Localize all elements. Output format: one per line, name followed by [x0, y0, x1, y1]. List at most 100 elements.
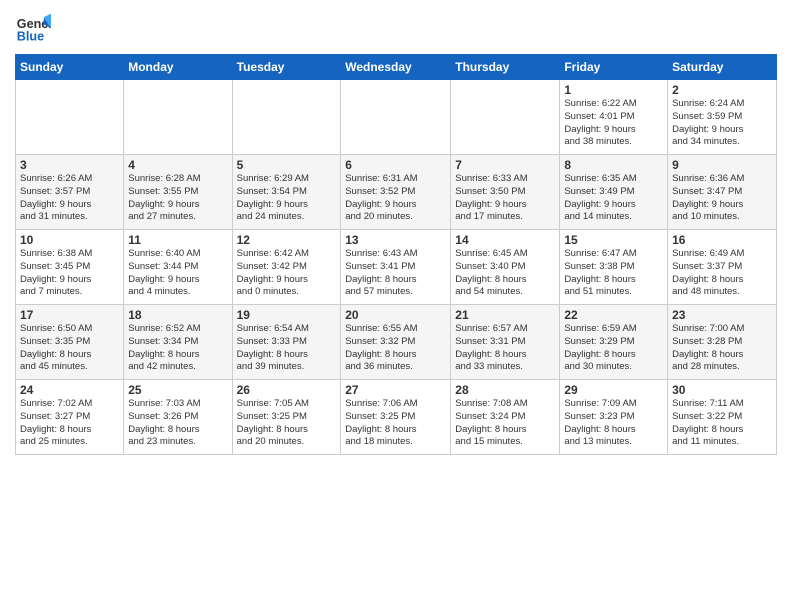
- day-info: Sunrise: 7:00 AM Sunset: 3:28 PM Dayligh…: [672, 323, 772, 374]
- calendar-cell: 20Sunrise: 6:55 AM Sunset: 3:32 PM Dayli…: [341, 305, 451, 380]
- calendar-cell: 19Sunrise: 6:54 AM Sunset: 3:33 PM Dayli…: [232, 305, 341, 380]
- svg-text:Blue: Blue: [17, 30, 44, 44]
- day-info: Sunrise: 6:42 AM Sunset: 3:42 PM Dayligh…: [237, 248, 337, 299]
- calendar-cell: [451, 80, 560, 155]
- calendar-cell: 24Sunrise: 7:02 AM Sunset: 3:27 PM Dayli…: [16, 380, 124, 455]
- header: General Blue: [15, 10, 777, 46]
- day-number: 27: [345, 383, 446, 397]
- day-number: 6: [345, 158, 446, 172]
- calendar-cell: [341, 80, 451, 155]
- day-info: Sunrise: 6:28 AM Sunset: 3:55 PM Dayligh…: [128, 173, 227, 224]
- day-info: Sunrise: 7:11 AM Sunset: 3:22 PM Dayligh…: [672, 398, 772, 449]
- calendar-cell: 25Sunrise: 7:03 AM Sunset: 3:26 PM Dayli…: [124, 380, 232, 455]
- day-number: 4: [128, 158, 227, 172]
- calendar-cell: 26Sunrise: 7:05 AM Sunset: 3:25 PM Dayli…: [232, 380, 341, 455]
- day-info: Sunrise: 6:45 AM Sunset: 3:40 PM Dayligh…: [455, 248, 555, 299]
- day-number: 20: [345, 308, 446, 322]
- day-number: 16: [672, 233, 772, 247]
- weekday-header: Sunday: [16, 55, 124, 80]
- day-number: 10: [20, 233, 119, 247]
- day-info: Sunrise: 6:50 AM Sunset: 3:35 PM Dayligh…: [20, 323, 119, 374]
- day-number: 28: [455, 383, 555, 397]
- weekday-header: Saturday: [668, 55, 777, 80]
- weekday-header: Monday: [124, 55, 232, 80]
- calendar-cell: 28Sunrise: 7:08 AM Sunset: 3:24 PM Dayli…: [451, 380, 560, 455]
- day-number: 3: [20, 158, 119, 172]
- day-number: 15: [564, 233, 663, 247]
- day-number: 12: [237, 233, 337, 247]
- day-info: Sunrise: 6:33 AM Sunset: 3:50 PM Dayligh…: [455, 173, 555, 224]
- calendar-cell: [232, 80, 341, 155]
- calendar-cell: 5Sunrise: 6:29 AM Sunset: 3:54 PM Daylig…: [232, 155, 341, 230]
- calendar-cell: [124, 80, 232, 155]
- calendar-cell: 30Sunrise: 7:11 AM Sunset: 3:22 PM Dayli…: [668, 380, 777, 455]
- day-number: 18: [128, 308, 227, 322]
- day-number: 11: [128, 233, 227, 247]
- day-info: Sunrise: 6:40 AM Sunset: 3:44 PM Dayligh…: [128, 248, 227, 299]
- day-number: 25: [128, 383, 227, 397]
- day-info: Sunrise: 7:05 AM Sunset: 3:25 PM Dayligh…: [237, 398, 337, 449]
- day-info: Sunrise: 6:59 AM Sunset: 3:29 PM Dayligh…: [564, 323, 663, 374]
- day-info: Sunrise: 7:02 AM Sunset: 3:27 PM Dayligh…: [20, 398, 119, 449]
- day-info: Sunrise: 6:52 AM Sunset: 3:34 PM Dayligh…: [128, 323, 227, 374]
- day-number: 1: [564, 83, 663, 97]
- day-info: Sunrise: 6:49 AM Sunset: 3:37 PM Dayligh…: [672, 248, 772, 299]
- calendar-cell: 13Sunrise: 6:43 AM Sunset: 3:41 PM Dayli…: [341, 230, 451, 305]
- day-info: Sunrise: 7:09 AM Sunset: 3:23 PM Dayligh…: [564, 398, 663, 449]
- calendar-cell: 23Sunrise: 7:00 AM Sunset: 3:28 PM Dayli…: [668, 305, 777, 380]
- day-info: Sunrise: 6:35 AM Sunset: 3:49 PM Dayligh…: [564, 173, 663, 224]
- calendar-cell: 27Sunrise: 7:06 AM Sunset: 3:25 PM Dayli…: [341, 380, 451, 455]
- day-number: 14: [455, 233, 555, 247]
- day-info: Sunrise: 6:54 AM Sunset: 3:33 PM Dayligh…: [237, 323, 337, 374]
- day-info: Sunrise: 6:38 AM Sunset: 3:45 PM Dayligh…: [20, 248, 119, 299]
- calendar-cell: 22Sunrise: 6:59 AM Sunset: 3:29 PM Dayli…: [560, 305, 668, 380]
- calendar-cell: 1Sunrise: 6:22 AM Sunset: 4:01 PM Daylig…: [560, 80, 668, 155]
- weekday-header: Wednesday: [341, 55, 451, 80]
- day-number: 2: [672, 83, 772, 97]
- calendar-cell: 14Sunrise: 6:45 AM Sunset: 3:40 PM Dayli…: [451, 230, 560, 305]
- calendar-cell: 18Sunrise: 6:52 AM Sunset: 3:34 PM Dayli…: [124, 305, 232, 380]
- calendar-cell: 10Sunrise: 6:38 AM Sunset: 3:45 PM Dayli…: [16, 230, 124, 305]
- weekday-header: Tuesday: [232, 55, 341, 80]
- day-info: Sunrise: 7:06 AM Sunset: 3:25 PM Dayligh…: [345, 398, 446, 449]
- day-number: 19: [237, 308, 337, 322]
- calendar-cell: 7Sunrise: 6:33 AM Sunset: 3:50 PM Daylig…: [451, 155, 560, 230]
- day-info: Sunrise: 6:22 AM Sunset: 4:01 PM Dayligh…: [564, 98, 663, 149]
- calendar-cell: 8Sunrise: 6:35 AM Sunset: 3:49 PM Daylig…: [560, 155, 668, 230]
- day-number: 23: [672, 308, 772, 322]
- day-number: 24: [20, 383, 119, 397]
- calendar-cell: [16, 80, 124, 155]
- calendar-cell: 2Sunrise: 6:24 AM Sunset: 3:59 PM Daylig…: [668, 80, 777, 155]
- calendar-cell: 16Sunrise: 6:49 AM Sunset: 3:37 PM Dayli…: [668, 230, 777, 305]
- page-container: General Blue SundayMondayTuesdayWednesda…: [0, 0, 792, 465]
- day-number: 29: [564, 383, 663, 397]
- day-info: Sunrise: 6:24 AM Sunset: 3:59 PM Dayligh…: [672, 98, 772, 149]
- day-number: 17: [20, 308, 119, 322]
- calendar-cell: 6Sunrise: 6:31 AM Sunset: 3:52 PM Daylig…: [341, 155, 451, 230]
- day-number: 22: [564, 308, 663, 322]
- weekday-header: Thursday: [451, 55, 560, 80]
- day-number: 26: [237, 383, 337, 397]
- calendar-cell: 17Sunrise: 6:50 AM Sunset: 3:35 PM Dayli…: [16, 305, 124, 380]
- day-info: Sunrise: 6:57 AM Sunset: 3:31 PM Dayligh…: [455, 323, 555, 374]
- day-number: 30: [672, 383, 772, 397]
- day-info: Sunrise: 6:36 AM Sunset: 3:47 PM Dayligh…: [672, 173, 772, 224]
- logo-icon: General Blue: [15, 10, 51, 46]
- day-number: 7: [455, 158, 555, 172]
- weekday-header: Friday: [560, 55, 668, 80]
- calendar-cell: 15Sunrise: 6:47 AM Sunset: 3:38 PM Dayli…: [560, 230, 668, 305]
- calendar-cell: 21Sunrise: 6:57 AM Sunset: 3:31 PM Dayli…: [451, 305, 560, 380]
- calendar-cell: 29Sunrise: 7:09 AM Sunset: 3:23 PM Dayli…: [560, 380, 668, 455]
- day-number: 13: [345, 233, 446, 247]
- calendar-cell: 12Sunrise: 6:42 AM Sunset: 3:42 PM Dayli…: [232, 230, 341, 305]
- calendar-cell: 3Sunrise: 6:26 AM Sunset: 3:57 PM Daylig…: [16, 155, 124, 230]
- calendar-cell: 4Sunrise: 6:28 AM Sunset: 3:55 PM Daylig…: [124, 155, 232, 230]
- day-info: Sunrise: 7:03 AM Sunset: 3:26 PM Dayligh…: [128, 398, 227, 449]
- day-info: Sunrise: 6:55 AM Sunset: 3:32 PM Dayligh…: [345, 323, 446, 374]
- calendar-cell: 11Sunrise: 6:40 AM Sunset: 3:44 PM Dayli…: [124, 230, 232, 305]
- day-info: Sunrise: 7:08 AM Sunset: 3:24 PM Dayligh…: [455, 398, 555, 449]
- day-info: Sunrise: 6:43 AM Sunset: 3:41 PM Dayligh…: [345, 248, 446, 299]
- calendar-table: SundayMondayTuesdayWednesdayThursdayFrid…: [15, 54, 777, 455]
- day-number: 8: [564, 158, 663, 172]
- day-number: 21: [455, 308, 555, 322]
